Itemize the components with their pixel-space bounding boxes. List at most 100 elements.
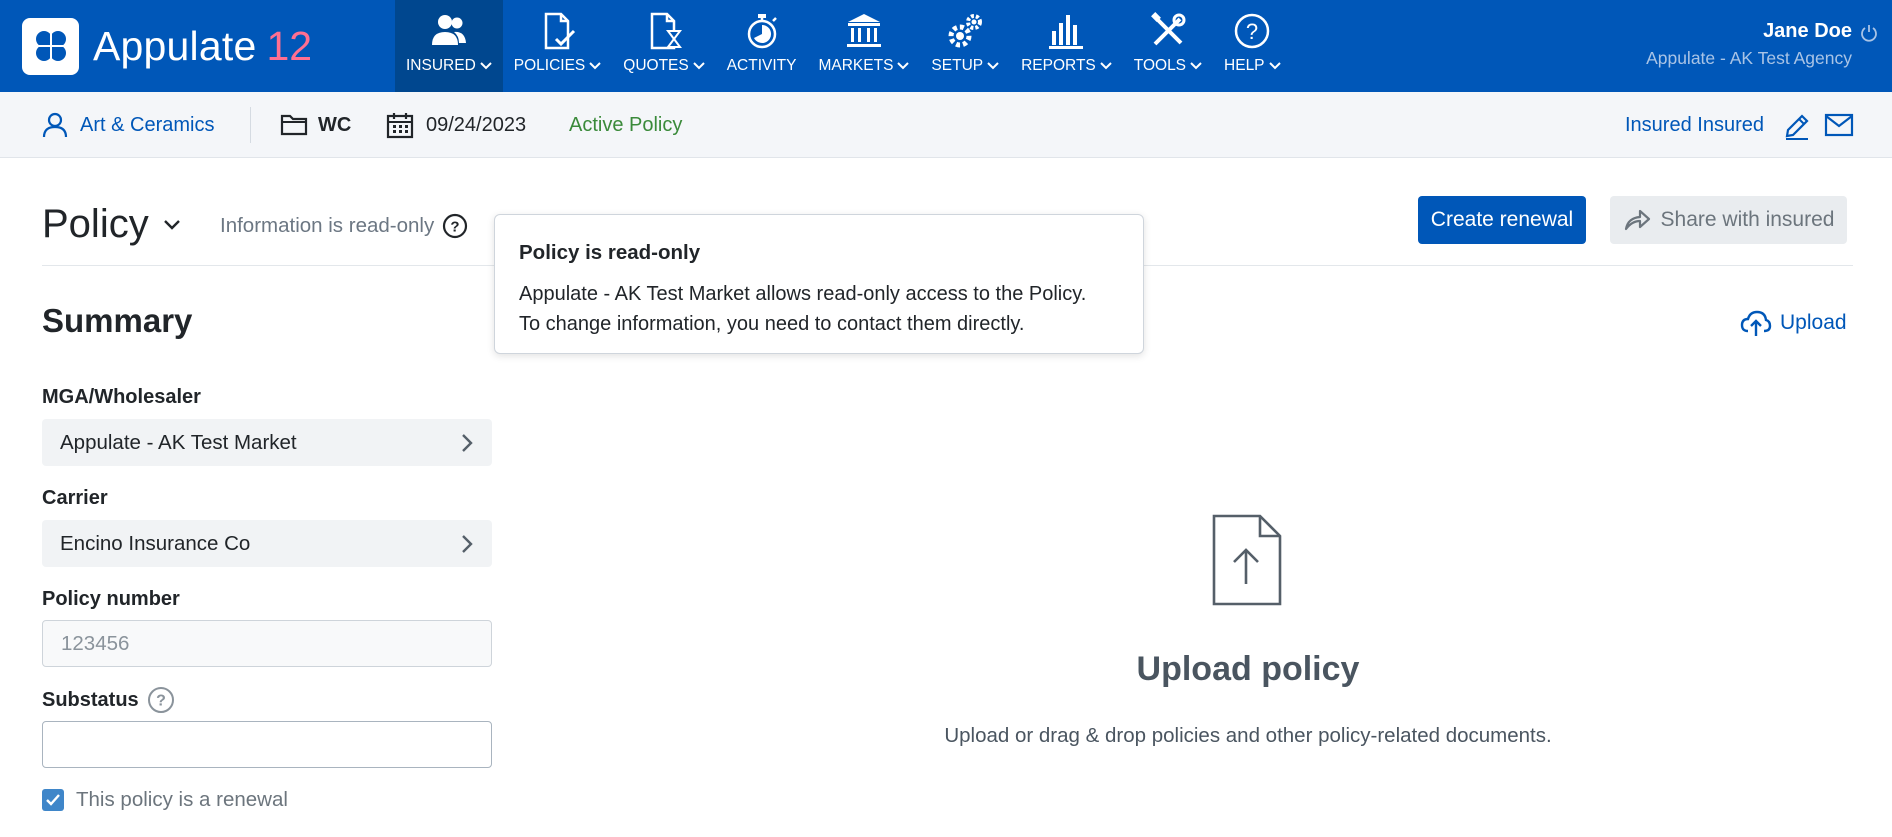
tooltip-line-1: Appulate - AK Test Market allows read-on… [519, 283, 1087, 305]
divider [250, 107, 251, 143]
substatus-label-row: Substatus ? [42, 686, 175, 714]
insured-name: Art & Ceramics [80, 113, 215, 136]
renewal-label: This policy is a renewal [76, 788, 288, 811]
chevron-down-icon [897, 62, 910, 70]
upload-link-label: Upload [1780, 311, 1847, 334]
bank-icon [846, 14, 881, 47]
carrier-select[interactable]: Encino Insurance Co [42, 520, 492, 567]
policy-date: 09/24/2023 [386, 92, 526, 158]
nav-help-label: HELP [1224, 57, 1265, 74]
contact-name: Insured Insured [1625, 113, 1764, 136]
nav-reports[interactable]: REPORTS [1010, 0, 1123, 92]
nav-quotes[interactable]: QUOTES [612, 0, 715, 92]
insured-link[interactable]: Art & Ceramics [42, 92, 214, 158]
chevron-down-icon [589, 62, 601, 70]
nav-insured-label: INSURED [406, 57, 476, 74]
question-circle-icon[interactable]: ? [147, 686, 175, 714]
nav-insured[interactable]: INSURED [395, 0, 503, 92]
chevron-right-icon [462, 433, 473, 452]
share-with-insured-button[interactable]: Share with insured [1610, 196, 1847, 244]
power-icon[interactable] [1860, 24, 1878, 42]
chevron-down-icon [987, 62, 999, 70]
chevron-down-icon [1268, 62, 1281, 70]
users-icon [431, 15, 466, 45]
nav-activity[interactable]: ACTIVITY [716, 0, 808, 92]
chevron-down-icon [693, 62, 705, 70]
file-upload-icon [1212, 514, 1282, 606]
edit-pencil-icon[interactable] [1782, 111, 1812, 141]
nav-policies-label: POLICIES [513, 57, 586, 74]
folder-icon [280, 114, 308, 136]
carrier-label: Carrier [42, 487, 108, 509]
nav-markets[interactable]: MARKETS [807, 0, 920, 92]
renewal-checkbox[interactable] [42, 789, 64, 811]
nav-activity-label: ACTIVITY [726, 57, 797, 74]
user-name: Jane Doe [1763, 20, 1852, 42]
tools-icon [1150, 12, 1186, 46]
calendar-icon [386, 113, 414, 139]
readonly-text: Information is read-only [220, 214, 435, 237]
chevron-down-icon [163, 219, 180, 230]
cloud-upload-icon [1740, 310, 1772, 336]
readonly-note: Information is read-only ? [220, 213, 468, 239]
carrier-value: Encino Insurance Co [60, 531, 251, 555]
contact-link[interactable]: Insured Insured [1625, 92, 1764, 158]
nav-setup[interactable]: SETUP [920, 0, 1010, 92]
tooltip-body: Appulate - AK Test Market allows read-on… [519, 279, 1119, 339]
policy-number-input[interactable]: 123456 [42, 620, 492, 667]
bar-chart-icon [1049, 15, 1084, 49]
gears-icon [948, 14, 983, 48]
nav-tools[interactable]: TOOLS [1123, 0, 1213, 92]
substatus-label: Substatus [42, 688, 139, 711]
mail-icon[interactable] [1824, 113, 1854, 137]
svg-text:?: ? [451, 219, 460, 236]
upload-link[interactable]: Upload [1740, 309, 1847, 337]
chevron-down-icon [480, 62, 492, 70]
upload-description: Upload or drag & drop policies and other… [944, 724, 1552, 747]
app-logo[interactable]: Appulate 12 [22, 17, 312, 75]
person-icon [42, 112, 68, 138]
nav-setup-label: SETUP [931, 57, 984, 74]
summary-title: Summary [42, 302, 193, 339]
main-nav: INSURED POLICIES QUOTES ACTIVITY MARKETS… [395, 0, 1292, 92]
share-label: Share with insured [1660, 208, 1835, 231]
app-version: 12 [266, 22, 313, 69]
nav-markets-label: MARKETS [818, 57, 894, 74]
date-value: 09/24/2023 [426, 113, 527, 136]
chevron-down-icon [1100, 62, 1112, 70]
tooltip-line-2: To change information, you need to conta… [519, 313, 1025, 335]
chevron-down-icon [1190, 62, 1202, 70]
create-renewal-button[interactable]: Create renewal [1418, 196, 1586, 244]
context-bar: Art & Ceramics WC 09/24/2023 Active Poli… [0, 92, 1892, 158]
nav-help[interactable]: ? HELP [1213, 0, 1292, 92]
renewal-checkbox-row[interactable]: This policy is a renewal [42, 788, 288, 812]
policy-status: Active Policy [569, 113, 683, 136]
policy-number-label: Policy number [42, 588, 180, 610]
mga-label: MGA/Wholesaler [42, 386, 201, 408]
svg-text:?: ? [1246, 19, 1258, 44]
nav-reports-label: REPORTS [1021, 57, 1096, 74]
page-title: Policy [42, 202, 149, 246]
mga-value: Appulate - AK Test Market [60, 430, 297, 454]
policy-doc-icon [544, 12, 575, 50]
page-title-dropdown[interactable]: Policy [42, 202, 181, 247]
app-name: Appulate [93, 22, 257, 69]
substatus-input[interactable] [42, 721, 492, 768]
tooltip-title: Policy is read-only [519, 241, 701, 264]
line-of-business: WC [280, 92, 351, 158]
mga-select[interactable]: Appulate - AK Test Market [42, 419, 492, 466]
line-code: WC [318, 113, 352, 136]
user-menu[interactable]: Jane Doe Appulate - AK Test Agency [1646, 20, 1852, 69]
nav-policies[interactable]: POLICIES [503, 0, 613, 92]
svg-text:?: ? [156, 693, 166, 710]
question-circle-icon[interactable]: ? [442, 213, 468, 239]
quote-hourglass-icon [650, 12, 682, 50]
help-icon: ? [1235, 13, 1270, 49]
nav-quotes-label: QUOTES [623, 57, 689, 74]
upload-title: Upload policy [1136, 650, 1360, 688]
top-navbar: Appulate 12 INSURED POLICIES QUOTES ACTI… [0, 0, 1892, 92]
checkmark-icon [46, 794, 60, 806]
stopwatch-icon [747, 14, 777, 49]
share-arrow-icon [1624, 209, 1650, 231]
chevron-right-icon [462, 534, 473, 553]
